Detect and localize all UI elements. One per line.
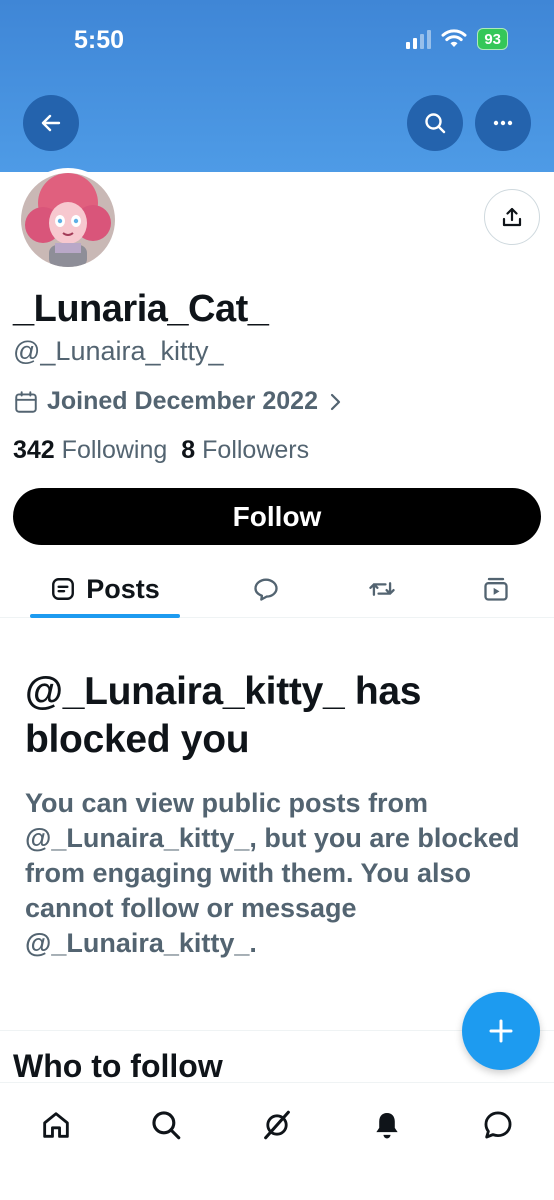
profile-tabs: Posts	[0, 560, 554, 618]
reply-icon	[254, 578, 278, 601]
tab-reposts[interactable]	[356, 560, 408, 618]
tab-replies[interactable]	[240, 560, 292, 618]
home-icon	[43, 1112, 69, 1138]
battery-indicator: 93	[477, 28, 508, 50]
joined-date-row[interactable]: Joined December 2022	[13, 387, 344, 416]
status-time: 5:50	[74, 26, 125, 54]
avatar-image	[21, 173, 115, 267]
follow-button[interactable]: Follow	[13, 488, 541, 545]
avatar[interactable]	[16, 168, 120, 272]
followers-link[interactable]: 8 Followers	[181, 436, 309, 465]
tab-posts-label: Posts	[86, 573, 160, 604]
bottom-navigation	[0, 1082, 554, 1200]
cellular-signal-icon	[406, 29, 432, 49]
nav-grok[interactable]	[251, 1099, 303, 1151]
compose-button[interactable]	[462, 992, 540, 1070]
who-to-follow-heading: Who to follow	[13, 1048, 223, 1084]
active-tab-indicator	[30, 614, 180, 618]
share-button[interactable]	[484, 189, 540, 245]
posts-icon	[52, 578, 75, 600]
search-icon	[152, 1111, 181, 1140]
message-icon	[484, 1111, 512, 1139]
more-icon	[493, 120, 513, 126]
calendar-icon	[15, 390, 37, 413]
back-button[interactable]	[23, 95, 79, 151]
user-handle: @_Lunaira_kitty_	[13, 336, 224, 366]
tab-media[interactable]	[470, 560, 522, 618]
following-count: 342	[13, 436, 55, 464]
plus-icon	[489, 1019, 513, 1043]
blocked-message: You can view public posts from @_Lunaira…	[25, 788, 520, 958]
repost-icon	[369, 582, 395, 596]
search-icon	[425, 113, 446, 134]
status-icons: 93	[406, 28, 508, 50]
grok-icon	[264, 1110, 290, 1140]
followers-count: 8	[181, 436, 196, 464]
follow-stats: 342 Following 8 Followers	[13, 436, 309, 465]
tab-posts[interactable]: Posts	[30, 560, 180, 618]
search-button[interactable]	[407, 95, 463, 151]
share-icon	[502, 207, 522, 227]
nav-search[interactable]	[140, 1099, 192, 1151]
joined-date: Joined December 2022	[47, 387, 318, 415]
profile-banner: 5:50 93	[0, 0, 554, 172]
following-label: Following	[61, 436, 168, 464]
wifi-icon	[441, 29, 467, 47]
followers-label: Followers	[202, 436, 310, 464]
arrow-left-icon	[41, 114, 61, 132]
nav-messages[interactable]	[472, 1099, 524, 1151]
nav-home[interactable]	[30, 1099, 82, 1151]
blocked-title: @_Lunaira_kitty_ has blocked you	[25, 670, 422, 761]
display-name: _Lunaria_Cat_	[13, 288, 269, 330]
more-options-button[interactable]	[475, 95, 531, 151]
chevron-right-icon	[330, 393, 341, 410]
media-icon	[484, 577, 508, 601]
following-link[interactable]: 342 Following	[13, 436, 167, 465]
bell-icon	[376, 1112, 398, 1139]
nav-notifications[interactable]	[361, 1099, 413, 1151]
